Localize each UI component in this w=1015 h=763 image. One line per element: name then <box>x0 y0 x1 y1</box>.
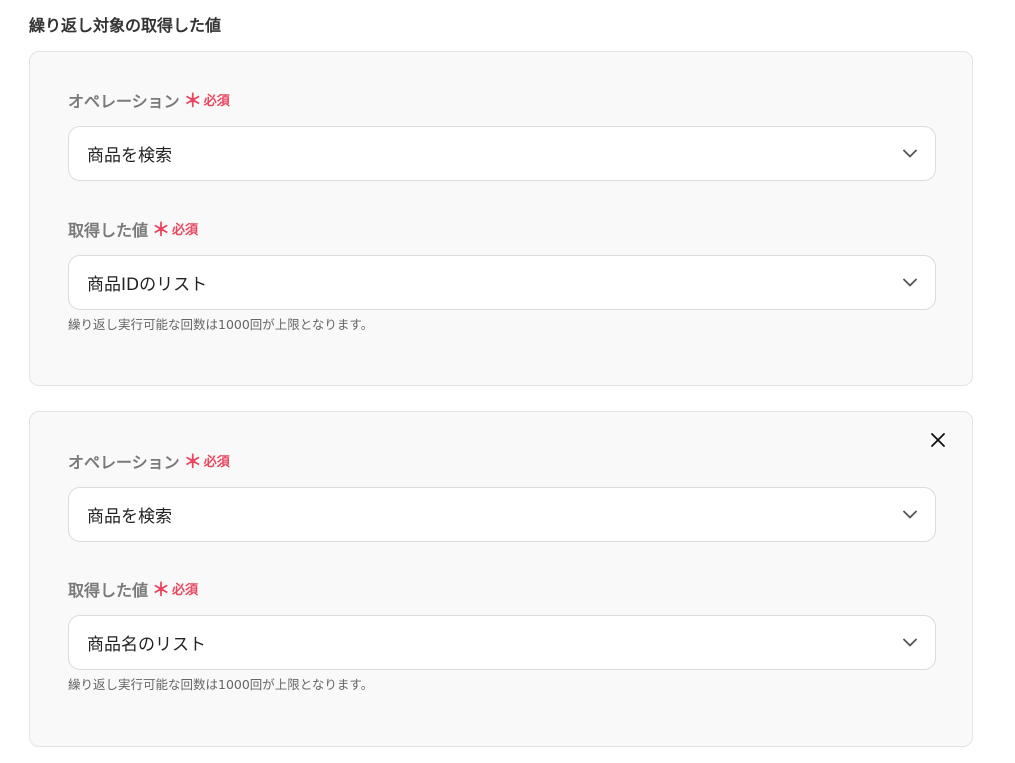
required-badge: 必須 <box>203 94 230 109</box>
required-asterisk: ＊ <box>183 452 202 473</box>
chevron-down-icon <box>901 506 919 524</box>
close-icon <box>931 433 945 447</box>
operation-select-value: 商品を検索 <box>87 146 172 166</box>
loop-target-panel-1: オペレーション ＊ 必須 商品を検索 取得した値 ＊ 必須 商品IDのリスト 繰… <box>29 51 973 386</box>
chevron-down-icon <box>901 145 919 163</box>
required-asterisk: ＊ <box>152 220 171 241</box>
loop-limit-hint: 繰り返し実行可能な回数は1000回が上限となります。 <box>68 677 374 692</box>
required-badge: 必須 <box>172 583 199 598</box>
value-select[interactable]: 商品名のリスト <box>68 615 936 670</box>
operation-select[interactable]: 商品を検索 <box>68 126 936 181</box>
section-title: 繰り返し対象の取得した値 <box>29 16 222 35</box>
value-select[interactable]: 商品IDのリスト <box>68 255 936 310</box>
value-label-text: 取得した値 <box>68 581 149 600</box>
value-label-text: 取得した値 <box>68 221 149 240</box>
operation-label: オペレーション ＊ 必須 <box>68 452 230 474</box>
required-badge: 必須 <box>203 455 230 470</box>
operation-select[interactable]: 商品を検索 <box>68 487 936 542</box>
operation-select-value: 商品を検索 <box>87 507 172 527</box>
operation-label: オペレーション ＊ 必須 <box>68 91 230 113</box>
operation-label-text: オペレーション <box>68 92 180 111</box>
close-button[interactable] <box>928 430 948 450</box>
loop-limit-hint: 繰り返し実行可能な回数は1000回が上限となります。 <box>68 317 374 332</box>
chevron-down-icon <box>901 274 919 292</box>
value-select-value: 商品名のリスト <box>87 635 206 655</box>
required-badge: 必須 <box>172 223 199 238</box>
loop-target-panel-2: オペレーション ＊ 必須 商品を検索 取得した値 ＊ 必須 商品名のリスト 繰り… <box>29 411 973 747</box>
required-asterisk: ＊ <box>152 580 171 601</box>
operation-label-text: オペレーション <box>68 453 180 472</box>
chevron-down-icon <box>901 634 919 652</box>
value-label: 取得した値 ＊ 必須 <box>68 220 198 242</box>
value-label: 取得した値 ＊ 必須 <box>68 580 198 602</box>
required-asterisk: ＊ <box>183 91 202 112</box>
value-select-value: 商品IDのリスト <box>87 275 208 295</box>
